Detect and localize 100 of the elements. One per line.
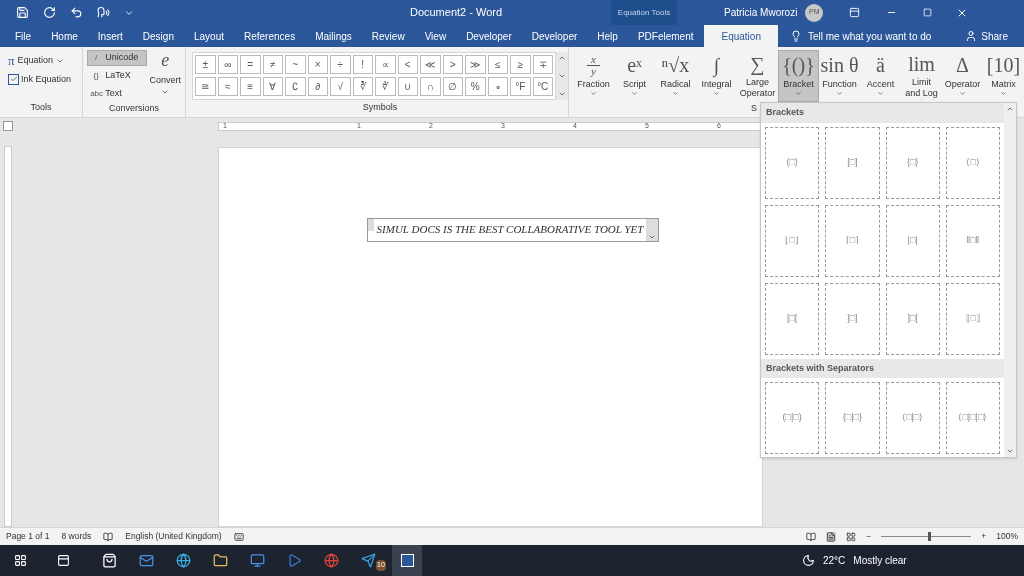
- symbol-button[interactable]: ≈: [217, 77, 238, 96]
- structure-button[interactable]: ∑ Large Operator: [737, 50, 778, 102]
- ribbon-tab[interactable]: View: [415, 25, 456, 47]
- ribbon-tab[interactable]: Developer: [457, 25, 521, 47]
- conversion-option[interactable]: {} LaTeX: [87, 68, 148, 84]
- bracket-option[interactable]: (□): [765, 126, 820, 199]
- structure-button[interactable]: sin θ Function: [819, 50, 860, 102]
- structure-button[interactable]: Δ Operator: [942, 50, 983, 102]
- symbol-button[interactable]: ≫: [465, 55, 486, 74]
- bracket-option[interactable]: ]□[: [885, 282, 940, 355]
- task-view-icon[interactable]: [57, 554, 70, 567]
- ribbon-tab[interactable]: References: [235, 25, 305, 47]
- conversion-option[interactable]: abc Text: [87, 86, 148, 102]
- bracket-option[interactable]: ⟦□⟧: [945, 282, 1000, 355]
- symbol-button[interactable]: ÷: [330, 55, 351, 74]
- ribbon-tab[interactable]: Developer: [522, 25, 587, 47]
- symbol-button[interactable]: ∜: [375, 77, 396, 96]
- equation-button[interactable]: π Equation: [8, 51, 83, 71]
- bracket-option[interactable]: ⟨□⟩: [945, 126, 1000, 199]
- bracket-option[interactable]: ⟨□|□⟩: [885, 382, 940, 454]
- ink-equation-button[interactable]: Ink Equation: [8, 72, 83, 86]
- ribbon-tab[interactable]: Layout: [184, 25, 233, 47]
- structure-button[interactable]: ∫ Integral: [696, 50, 737, 102]
- language-label[interactable]: English (United Kingdom): [125, 530, 222, 543]
- equation-box[interactable]: SIMUL DOCS IS THE BEST COLLABORATIVE TOOL YET: [366, 218, 660, 242]
- symbol-button[interactable]: <: [397, 55, 418, 74]
- ribbon-tab[interactable]: Insert: [88, 25, 132, 47]
- zoom-out-button[interactable]: −: [866, 530, 872, 543]
- page-count[interactable]: Page 1 of 1: [6, 530, 50, 543]
- ribbon-tab[interactable]: Mailings: [306, 25, 361, 47]
- word-count[interactable]: 8 words: [61, 530, 92, 543]
- word-taskbar-button[interactable]: [392, 545, 422, 576]
- restore-icon[interactable]: [923, 8, 933, 17]
- store-icon[interactable]: [102, 553, 117, 568]
- proofing-icon[interactable]: [103, 531, 114, 542]
- symbol-button[interactable]: ≪: [420, 55, 441, 74]
- symbol-button[interactable]: ∘: [487, 77, 508, 96]
- ribbon-tab[interactable]: Review: [362, 25, 414, 47]
- symbol-button[interactable]: =: [240, 55, 261, 74]
- bracket-option[interactable]: (□|□): [765, 382, 820, 454]
- symbol-button[interactable]: ±: [195, 55, 216, 74]
- scroll-down-icon[interactable]: [1006, 447, 1014, 455]
- save-icon[interactable]: [16, 6, 29, 19]
- symbol-button[interactable]: ×: [307, 55, 328, 74]
- symbol-button[interactable]: %: [465, 77, 486, 96]
- bracket-option[interactable]: ]□]: [825, 282, 880, 355]
- structure-button[interactable]: ä Accent: [860, 50, 901, 102]
- symbol-button[interactable]: ≠: [262, 55, 283, 74]
- ribbon-tab[interactable]: File: [6, 25, 41, 47]
- symbol-button[interactable]: ≡: [240, 77, 261, 96]
- zoom-thumb[interactable]: [928, 532, 932, 541]
- bracket-option[interactable]: ⌈□⌉: [825, 204, 880, 277]
- structure-button[interactable]: [10] Matrix: [983, 50, 1024, 102]
- zoom-level[interactable]: 100%: [996, 530, 1018, 543]
- structure-button[interactable]: lim Limit and Log: [901, 50, 942, 102]
- ribbon-tab[interactable]: Equation: [704, 25, 778, 47]
- start-icon[interactable]: [14, 554, 27, 567]
- scroll-up-icon[interactable]: [558, 54, 566, 62]
- structure-button[interactable]: {()} Bracket: [778, 50, 819, 102]
- mail-icon[interactable]: [139, 553, 154, 568]
- symbol-button[interactable]: ∝: [375, 55, 396, 74]
- symbol-button[interactable]: ≥: [510, 55, 531, 74]
- symbol-button[interactable]: ∪: [397, 77, 418, 96]
- bracket-option[interactable]: {□}: [885, 126, 940, 199]
- symbol-button[interactable]: ∅: [442, 77, 463, 96]
- symbol-button[interactable]: !: [352, 55, 373, 74]
- ribbon-display-icon[interactable]: [849, 7, 861, 18]
- convert-button[interactable]: e Convert: [147, 47, 184, 102]
- read-mode-icon[interactable]: [806, 531, 817, 542]
- symbol-button[interactable]: ∂: [307, 77, 328, 96]
- zoom-in-button[interactable]: +: [981, 530, 987, 543]
- bracket-option[interactable]: {□|□}: [825, 382, 880, 454]
- symbol-button[interactable]: °C: [532, 77, 553, 96]
- ribbon-tab[interactable]: Design: [133, 25, 183, 47]
- video-icon[interactable]: [287, 553, 302, 568]
- read-aloud-icon[interactable]: [97, 6, 110, 19]
- share-button[interactable]: Share: [965, 25, 1008, 47]
- structure-button[interactable]: x y Fraction: [573, 50, 614, 102]
- undo-icon[interactable]: [70, 6, 83, 19]
- tab-selector-icon[interactable]: [3, 121, 13, 131]
- bracket-option[interactable]: ⟨□|□|□⟩: [945, 382, 1000, 454]
- scroll-up-icon[interactable]: [1006, 105, 1014, 113]
- ribbon-tab[interactable]: Home: [42, 25, 87, 47]
- symbol-button[interactable]: ∓: [532, 55, 553, 74]
- more-icon[interactable]: [558, 90, 566, 98]
- symbol-button[interactable]: >: [442, 55, 463, 74]
- tell-me-field[interactable]: Tell me what you want to do: [807, 28, 932, 44]
- symbol-button[interactable]: ≅: [195, 77, 216, 96]
- structure-button[interactable]: ⁿ√x Radical: [655, 50, 696, 102]
- browser-icon[interactable]: [176, 553, 191, 568]
- symbol-button[interactable]: ≤: [487, 55, 508, 74]
- bracket-option[interactable]: [□[: [765, 282, 820, 355]
- bracket-option[interactable]: [□]: [825, 126, 880, 199]
- ribbon-tab[interactable]: Help: [588, 25, 627, 47]
- symbol-button[interactable]: ∛: [352, 77, 373, 96]
- conversion-option[interactable]: / Unicode: [87, 50, 148, 66]
- bracket-option[interactable]: ⌊□⌋: [765, 204, 820, 277]
- symbol-button[interactable]: ∩: [420, 77, 441, 96]
- symbol-button[interactable]: ~: [285, 55, 306, 74]
- print-layout-icon[interactable]: [826, 531, 837, 542]
